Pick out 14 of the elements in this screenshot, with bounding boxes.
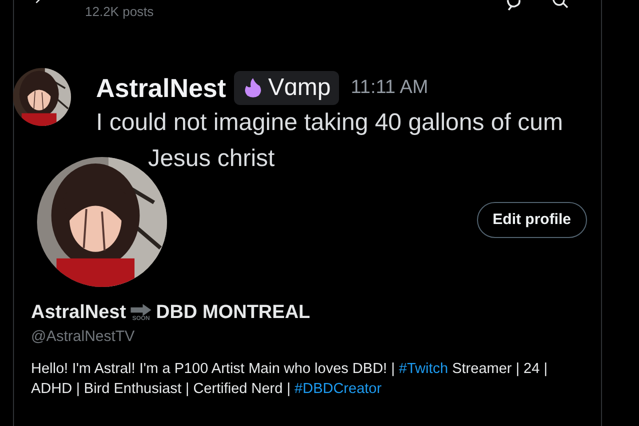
bio-text: Hello! I'm Astral! I'm a P100 Artist Main who loves DBD! | #Twitch Streamer | 24 | ADHD | Bird Enthusiast | Certified Nerd | #DBDCreator xyxy=(31,360,548,398)
role-tag: Vɑmp xyxy=(234,71,339,105)
display-name-suffix: DBD MONTREAL xyxy=(156,301,310,325)
message-text: I could not imagine taking 40 gallons of cum xyxy=(96,108,563,138)
message-text: Jesus christ xyxy=(148,144,276,174)
post-count: 12.2K posts xyxy=(85,4,154,20)
message-time: 11:11 AM xyxy=(350,76,428,100)
hashtag-link[interactable]: #DBDCreator xyxy=(294,380,382,396)
search-icon[interactable] xyxy=(551,0,569,10)
display-name: AstralNest xyxy=(31,301,126,325)
message-author: AstralNest xyxy=(96,72,226,104)
hashtag-link[interactable]: #Twitch xyxy=(398,361,448,377)
user-handle: @AstralNestTV xyxy=(31,327,136,347)
edit-profile-button[interactable]: Edit profile xyxy=(476,202,587,238)
